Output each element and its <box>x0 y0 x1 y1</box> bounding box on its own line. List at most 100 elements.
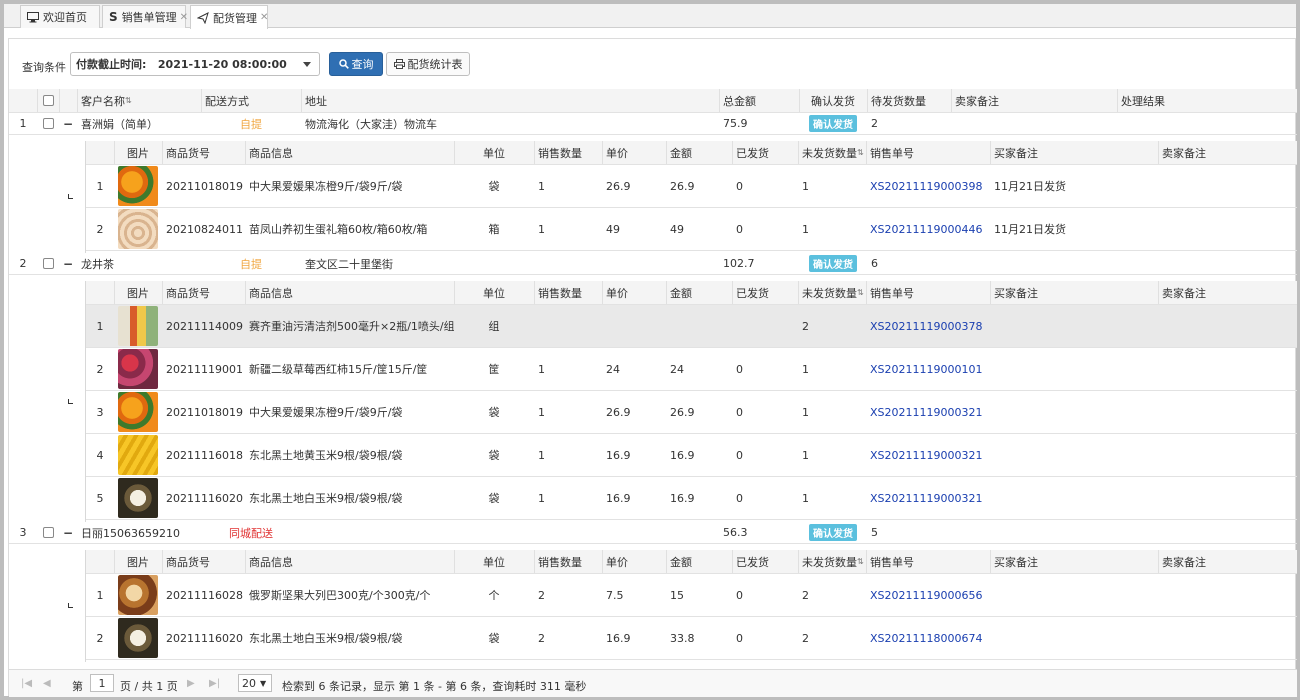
sort-icon[interactable]: ⇅ <box>857 288 864 297</box>
item-unshipped-text: 1 <box>802 491 809 505</box>
sort-icon[interactable]: ⇅ <box>125 96 132 105</box>
detail-header-qty: 销售数量 <box>534 550 602 573</box>
collapse-toggle-text: − <box>62 256 74 271</box>
detail-header-price: 单价 <box>602 281 666 304</box>
confirm-shipment-button[interactable]: 确认发货 <box>809 255 857 272</box>
column-divider <box>454 141 455 164</box>
item-unit: 筐 <box>454 348 534 390</box>
detail-header-shipped: 已发货 <box>732 141 798 164</box>
customer-name-text: 喜洲娟（简单） <box>81 117 158 131</box>
detail-header-amount-text: 金额 <box>670 555 692 569</box>
item-shipped: 0 <box>732 348 798 390</box>
column-divider <box>666 281 667 304</box>
address: 物流海化（大家洼）物流车 <box>301 113 719 134</box>
item-buyer-note <box>990 305 1158 347</box>
last-page-icon[interactable]: ▶| <box>209 678 220 689</box>
item-price <box>602 305 666 347</box>
item-unshipped: 2 <box>798 305 866 347</box>
sales-order-link[interactable]: XS20211119000446 <box>866 208 990 250</box>
item-sales-qty-text: 1 <box>538 362 545 376</box>
column-divider <box>798 550 799 573</box>
item-unit: 袋 <box>454 391 534 433</box>
collapse-toggle[interactable]: − <box>59 253 77 274</box>
sales-order-link[interactable]: XS20211119000321 <box>866 434 990 476</box>
sales-order-link[interactable]: XS20211119000378 <box>866 305 990 347</box>
sales-order-link[interactable]: XS20211118000674 <box>866 617 990 659</box>
detail-item-row: 2 20210824011 苗凤山养初生蛋礼箱60枚/箱60枚/箱 箱 1 49 49 0 1 X… <box>86 208 1297 251</box>
item-shipped-text: 0 <box>736 491 743 505</box>
item-sku-text: 20210824011 <box>166 222 243 236</box>
item-unit-text: 袋 <box>488 632 500 645</box>
detail-header-qty-text: 销售数量 <box>538 286 582 300</box>
pending-qty: 2 <box>867 113 951 134</box>
page-size-select[interactable]: 20 ▼ <box>238 674 272 692</box>
select-all-checkbox[interactable] <box>42 95 54 106</box>
prev-page-icon[interactable]: ◀ <box>43 678 51 689</box>
confirm-shipment-button[interactable]: 确认发货 <box>809 524 857 541</box>
sales-order-link[interactable]: XS20211119000101 <box>866 348 990 390</box>
tab-sales-orders[interactable]: S 销售单管理 ✕ <box>102 5 188 28</box>
confirm-shipment-button[interactable]: 确认发货 <box>809 115 857 132</box>
detail-header-seller-text: 卖家备注 <box>1162 286 1206 300</box>
sales-order-link-text: XS20211119000656 <box>870 588 983 602</box>
column-divider <box>454 550 455 573</box>
row-checkbox[interactable] <box>42 527 54 538</box>
column-divider <box>602 550 603 573</box>
stats-report-button[interactable]: 配货统计表 <box>386 52 470 76</box>
item-sales-qty: 1 <box>534 165 602 207</box>
column-divider <box>732 281 733 304</box>
collapse-toggle[interactable]: − <box>59 522 77 543</box>
close-icon[interactable]: ✕ <box>180 12 188 23</box>
detail-header-price-text: 单价 <box>606 286 628 300</box>
sales-order-link[interactable]: XS20211119000321 <box>866 477 990 519</box>
item-image-cell <box>114 434 162 476</box>
item-index: 2 <box>86 617 114 659</box>
address <box>301 522 719 543</box>
column-divider <box>732 141 733 164</box>
item-index-text: 1 <box>96 588 104 602</box>
next-page-icon[interactable]: ▶ <box>187 678 195 689</box>
item-shipped-text: 0 <box>736 448 743 462</box>
product-thumbnail <box>118 392 158 432</box>
item-unit-text: 袋 <box>488 406 500 419</box>
page-number-input[interactable]: 1 <box>90 674 114 692</box>
query-label: 查询条件 <box>22 61 66 74</box>
column-divider <box>602 141 603 164</box>
sales-order-link[interactable]: XS20211119000656 <box>866 574 990 616</box>
order-detail-table: 图片 商品货号 商品信息 单位 销售数量 单价 金额 已发货 未发货数量 ⇅ 销售单号 买家备注 卖家… <box>85 281 1297 522</box>
sort-icon[interactable]: ⇅ <box>857 148 864 157</box>
row-checkbox[interactable] <box>42 118 54 129</box>
item-unit: 袋 <box>454 477 534 519</box>
column-divider <box>114 281 115 304</box>
item-amount-text: 33.8 <box>670 631 695 645</box>
row-checkbox[interactable] <box>42 258 54 269</box>
item-unshipped-text: 1 <box>802 222 809 236</box>
row-index: 2 <box>9 253 37 274</box>
order-detail-table: 图片 商品货号 商品信息 单位 销售数量 单价 金额 已发货 未发货数量 ⇅ 销售单号 买家备注 卖家… <box>85 550 1297 662</box>
sort-icon[interactable]: ⇅ <box>857 557 864 566</box>
query-condition-select[interactable]: 付款截止时间: 2021-11-20 08:00:00 <box>70 52 320 76</box>
item-amount: 26.9 <box>666 165 732 207</box>
detail-header-row: 图片 商品货号 商品信息 单位 销售数量 单价 金额 已发货 未发货数量 ⇅ 销售单号 买家备注 卖家… <box>86 141 1297 165</box>
column-divider <box>798 141 799 164</box>
tab-distribution[interactable]: 配货管理 ✕ <box>190 5 268 29</box>
column-divider <box>245 550 246 573</box>
query-button[interactable]: 查询 <box>329 52 383 76</box>
close-icon[interactable]: ✕ <box>260 12 268 23</box>
product-thumbnail <box>118 618 158 658</box>
column-divider <box>454 281 455 304</box>
sales-order-link-text: XS20211119000321 <box>870 405 983 419</box>
tab-welcome[interactable]: 欢迎首页 <box>20 5 100 28</box>
header-result-text: 处理结果 <box>1121 94 1165 108</box>
first-page-icon[interactable]: |◀ <box>21 678 32 689</box>
detail-header-shipped-text: 已发货 <box>736 555 769 569</box>
sales-order-link[interactable]: XS20211119000398 <box>866 165 990 207</box>
collapse-toggle[interactable]: − <box>59 113 77 134</box>
sales-order-link[interactable]: XS20211119000321 <box>866 391 990 433</box>
column-divider <box>602 281 603 304</box>
detail-header-unit: 单位 <box>454 281 534 304</box>
column-divider <box>990 141 991 164</box>
detail-header-img-text: 图片 <box>127 146 149 160</box>
header-customer-name[interactable]: 客户名称 ⇅ <box>77 89 201 112</box>
item-shipped-text: 0 <box>736 179 743 193</box>
